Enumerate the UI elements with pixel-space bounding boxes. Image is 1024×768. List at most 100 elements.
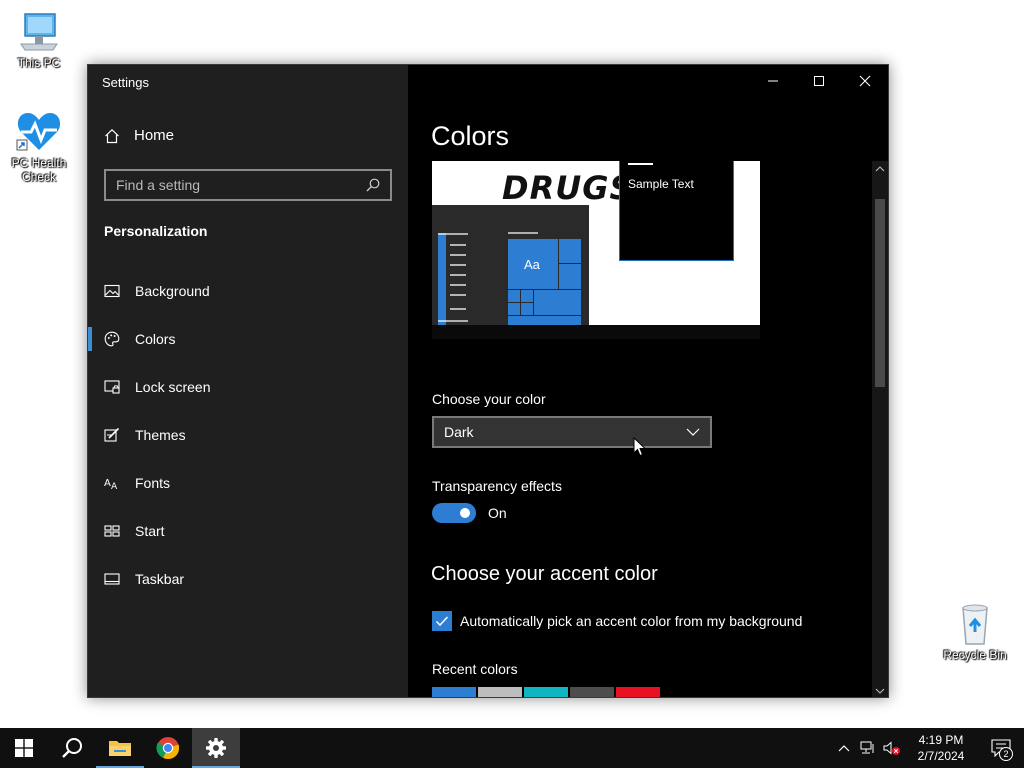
- home-icon: [105, 128, 119, 143]
- network-button[interactable]: [856, 728, 880, 768]
- desktop-icon-label: This PC: [17, 56, 61, 70]
- image-icon: [104, 283, 120, 299]
- choose-color-label: Choose your color: [432, 391, 546, 407]
- auto-accent-row: Automatically pick an accent color from …: [432, 611, 802, 631]
- color-swatch[interactable]: [616, 687, 660, 697]
- search-button[interactable]: [48, 728, 96, 768]
- mouse-cursor-icon: [633, 437, 647, 457]
- home-label: Home: [134, 127, 175, 144]
- nav-item-label: Colors: [135, 331, 176, 347]
- accent-heading: Choose your accent color: [431, 563, 658, 585]
- maximize-button[interactable]: [796, 65, 842, 97]
- preview-window: Sample Text: [619, 161, 734, 261]
- recent-colors: [432, 687, 660, 697]
- nav-item-colors[interactable]: Colors: [88, 315, 408, 363]
- sidebar: Settings Home Personalization Background: [88, 65, 408, 697]
- volume-button[interactable]: [880, 728, 904, 768]
- settings-window: Settings Home Personalization Background: [87, 64, 889, 698]
- clock-time: 4:19 PM: [918, 733, 964, 747]
- chevron-down-icon: [875, 688, 885, 694]
- recycle-bin-icon: [962, 604, 988, 645]
- color-swatch[interactable]: [432, 687, 476, 697]
- transparency-toggle[interactable]: [432, 503, 476, 523]
- taskbar-icon: [104, 571, 120, 587]
- auto-accent-checkbox[interactable]: [432, 611, 452, 631]
- gear-icon: [206, 738, 226, 758]
- nav-item-taskbar[interactable]: Taskbar: [88, 555, 408, 603]
- content-pane: Colors DRUGS Aa Sample Text Choose your …: [408, 65, 888, 697]
- color-swatch[interactable]: [524, 687, 568, 697]
- scroll-down-button[interactable]: [872, 683, 888, 697]
- nav-item-label: Taskbar: [135, 571, 185, 587]
- network-icon: [860, 741, 874, 754]
- color-preview: DRUGS Aa Sample Text: [432, 161, 760, 339]
- recent-colors-label: Recent colors: [432, 661, 518, 677]
- fonts-icon: AA: [104, 475, 120, 491]
- caption-buttons: [750, 65, 888, 97]
- desktop-icon-this-pc[interactable]: This PC: [1, 10, 77, 70]
- preview-start-tiles: Aa: [438, 232, 581, 325]
- search-input[interactable]: [116, 177, 366, 193]
- close-button[interactable]: [842, 65, 888, 97]
- chevron-up-icon: [875, 166, 885, 172]
- desktop-icon-label: PC Health Check: [11, 156, 67, 184]
- nav-item-label: Background: [135, 283, 210, 299]
- chrome-icon: [156, 737, 180, 760]
- search-icon[interactable]: [366, 178, 380, 192]
- search-icon: [62, 738, 82, 758]
- settings-taskbar-button[interactable]: [192, 728, 240, 768]
- window-title: Settings: [102, 75, 149, 90]
- nav-item-label: Lock screen: [135, 379, 211, 395]
- nav-item-background[interactable]: Background: [88, 267, 408, 315]
- checkmark-icon: [435, 616, 449, 627]
- nav-item-fonts[interactable]: AA Fonts: [88, 459, 408, 507]
- heart-pulse-icon: [16, 113, 61, 151]
- preview-start-menu: Aa: [432, 205, 589, 325]
- section-heading-personalization: Personalization: [104, 223, 208, 239]
- scroll-thumb[interactable]: [875, 199, 885, 387]
- desktop-icon-recycle-bin[interactable]: Recycle Bin: [937, 602, 1013, 662]
- show-hidden-icons-button[interactable]: [832, 728, 856, 768]
- computer-icon: [20, 13, 58, 51]
- page-title: Colors: [431, 121, 510, 151]
- preview-tile-label: Aa: [524, 257, 541, 272]
- minimize-icon: [768, 80, 778, 82]
- taskbar: 4:19 PM 2/7/2024 2: [0, 728, 1024, 768]
- lock-screen-icon: [104, 379, 120, 395]
- chrome-button[interactable]: [144, 728, 192, 768]
- color-swatch[interactable]: [478, 687, 522, 697]
- scroll-up-button[interactable]: [872, 161, 888, 177]
- transparency-toggle-row: On: [432, 503, 507, 523]
- nav-list: Background Colors Lock screen Themes A A…: [88, 267, 408, 603]
- transparency-label: Transparency effects: [432, 478, 562, 494]
- maximize-icon: [814, 76, 824, 86]
- nav-item-themes[interactable]: Themes: [88, 411, 408, 459]
- svg-text:A: A: [111, 482, 118, 491]
- notification-count-badge: 2: [999, 747, 1013, 761]
- minimize-button[interactable]: [750, 65, 796, 97]
- auto-accent-label: Automatically pick an accent color from …: [460, 613, 803, 629]
- palette-icon: [104, 331, 120, 347]
- toggle-knob: [460, 508, 470, 518]
- wallpaper-text: DRUGS: [502, 169, 634, 207]
- file-explorer-button[interactable]: [96, 728, 144, 768]
- search-box[interactable]: [104, 169, 392, 201]
- action-center-button[interactable]: 2: [978, 728, 1024, 768]
- system-tray: 4:19 PM 2/7/2024 2: [832, 728, 1024, 768]
- nav-item-label: Themes: [135, 427, 186, 443]
- preview-taskbar: [432, 325, 760, 339]
- start-button[interactable]: [0, 728, 48, 768]
- clock[interactable]: 4:19 PM 2/7/2024: [904, 732, 978, 764]
- scrollbar[interactable]: [872, 161, 888, 697]
- start-grid-icon: [104, 523, 120, 539]
- desktop-icon-pc-health-check[interactable]: PC Health Check: [1, 108, 77, 184]
- nav-item-label: Fonts: [135, 475, 171, 491]
- preview-window-bar: [628, 163, 653, 165]
- choose-color-dropdown[interactable]: Dark: [432, 416, 712, 448]
- home-link[interactable]: Home: [104, 127, 174, 144]
- nav-item-start[interactable]: Start: [88, 507, 408, 555]
- volume-muted-icon: [883, 741, 900, 755]
- nav-item-lock-screen[interactable]: Lock screen: [88, 363, 408, 411]
- themes-brush-icon: [104, 427, 120, 443]
- color-swatch[interactable]: [570, 687, 614, 697]
